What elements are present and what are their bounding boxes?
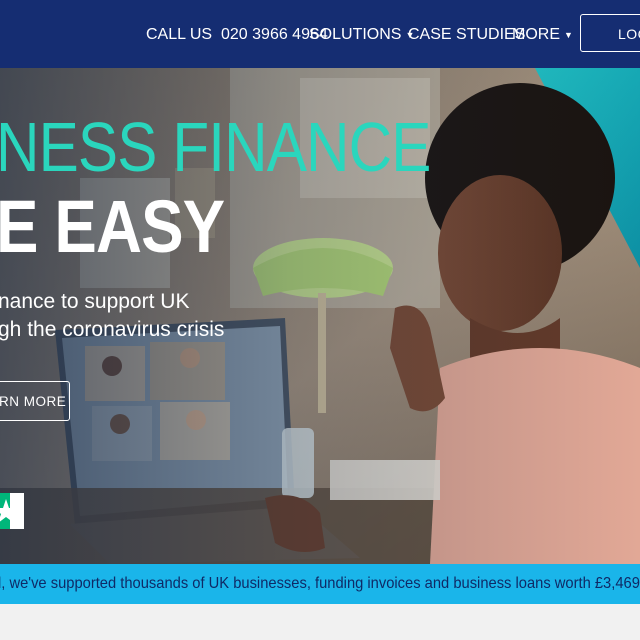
hero-title-line-2: E EASY xyxy=(0,185,225,268)
nav-case-studies[interactable]: CASE STUDIES xyxy=(408,26,525,44)
learn-more-label: RN MORE xyxy=(0,394,67,409)
call-us-link[interactable]: CALL US 020 3966 4964 xyxy=(146,26,328,44)
hero-title-line-1: NESS FINANCE xyxy=(0,108,431,186)
nav-solutions-label: SOLUTIONS xyxy=(309,26,402,43)
chevron-down-icon: ▼ xyxy=(564,30,573,40)
site-header: CALL US 020 3966 4964 SOLUTIONS ▼ CASE ST… xyxy=(0,0,640,68)
nav-solutions[interactable]: SOLUTIONS ▼ xyxy=(309,26,414,44)
ticker-text: l, we've supported thousands of UK busin… xyxy=(0,575,640,592)
call-us-label: CALL US xyxy=(146,26,213,43)
stats-ticker: l, we've supported thousands of UK busin… xyxy=(0,564,640,604)
nav-more-label: MORE xyxy=(512,26,560,43)
login-button-label: LOG xyxy=(618,26,640,42)
learn-more-button[interactable]: RN MORE xyxy=(0,381,70,421)
nav-case-studies-label: CASE STUDIES xyxy=(408,26,526,43)
hero-subtitle-line-2: gh the coronavirus crisis xyxy=(0,318,225,341)
hero-banner: NESS FINANCE E EASY nance to support UK … xyxy=(0,68,640,564)
hero-subtitle: nance to support UK gh the coronavirus c… xyxy=(0,288,224,344)
page-body xyxy=(0,604,640,640)
hero-subtitle-line-1: nance to support UK xyxy=(0,290,190,313)
nav-more[interactable]: MORE ▼ xyxy=(512,26,573,44)
login-button[interactable]: LOG xyxy=(580,14,640,52)
trust-star-icon xyxy=(0,493,24,529)
